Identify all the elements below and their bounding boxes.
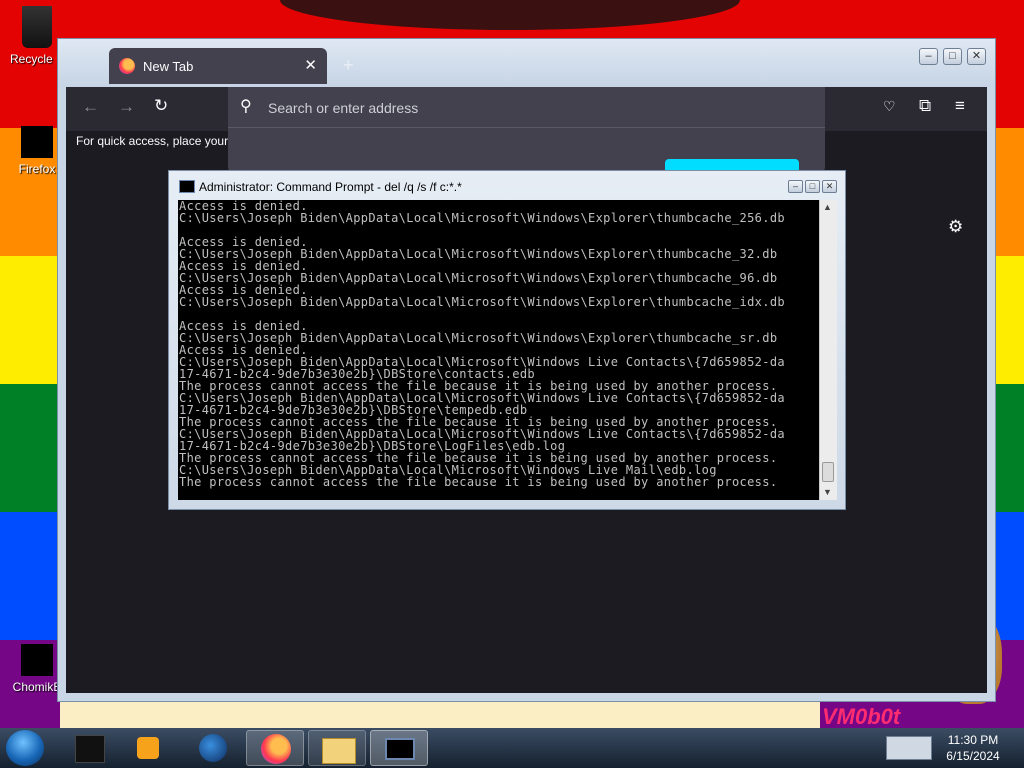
scroll-thumb[interactable]: [822, 462, 834, 482]
window-title: Administrator: Command Prompt - del /q /…: [199, 180, 462, 194]
maximize-button[interactable]: □: [805, 180, 820, 193]
pocket-icon[interactable]: ♡: [883, 98, 896, 115]
search-icon: ⚲: [240, 98, 252, 115]
new-tab-plus-icon[interactable]: +: [343, 55, 354, 76]
close-tab-icon[interactable]: ✕: [304, 56, 317, 74]
scroll-down-icon[interactable]: ▼: [823, 487, 832, 497]
minimize-button[interactable]: –: [919, 48, 938, 65]
desktop-icon-label: ChomikB: [12, 680, 62, 694]
chomikbox-icon: [21, 644, 53, 676]
minimize-button[interactable]: –: [788, 180, 803, 193]
cmd-icon: [385, 738, 415, 760]
tray-network-icon[interactable]: [886, 736, 932, 760]
console-line: _: [179, 487, 187, 500]
folder-icon: [322, 738, 356, 764]
firefox-titlebar: New Tab ✕ + – □ ✕: [58, 39, 995, 87]
scroll-up-icon[interactable]: ▲: [823, 202, 832, 212]
maximize-button[interactable]: □: [943, 48, 962, 65]
vertical-scrollbar[interactable]: ▲ ▼: [819, 200, 837, 500]
firefox-tab-icon: [119, 58, 135, 74]
console-line: The process cannot access the file becau…: [179, 475, 778, 489]
close-button[interactable]: ✕: [967, 48, 986, 65]
settings-gear-icon[interactable]: ⚙: [948, 217, 963, 237]
recycle-bin-icon: [22, 6, 52, 48]
console-output[interactable]: Access is denied. C:\Users\Joseph Biden\A…: [178, 200, 819, 500]
tab-new-tab[interactable]: New Tab ✕: [109, 48, 327, 84]
console-line: C:\Users\Joseph Biden\AppData\Local\Micr…: [179, 295, 785, 309]
close-button[interactable]: ✕: [822, 180, 837, 193]
taskbar-app-explorer[interactable]: [308, 730, 366, 766]
tab-title: New Tab: [143, 58, 194, 74]
firefox-icon: [261, 734, 291, 764]
taskbar-app-globe[interactable]: [184, 730, 242, 766]
forward-arrow-icon[interactable]: →: [118, 97, 135, 117]
cmd-app-icon: [179, 180, 195, 193]
globe-icon: [199, 734, 227, 762]
clock-time: 11:30 PM: [947, 733, 999, 747]
back-arrow-icon[interactable]: ←: [82, 97, 99, 117]
clock-date: 6/15/2024: [946, 749, 1000, 763]
reload-icon[interactable]: ↻: [154, 96, 168, 116]
taskbar-app-media-player[interactable]: [120, 730, 178, 766]
desktop-icon-label: Recycle B: [9, 52, 65, 66]
command-prompt-window: Administrator: Command Prompt - del /q /…: [168, 170, 846, 510]
search-input[interactable]: [266, 96, 790, 120]
menu-hamburger-icon[interactable]: ≡: [955, 96, 965, 116]
quick-access-text: For quick access, place your b: [76, 134, 239, 148]
address-bar[interactable]: ⚲: [228, 87, 825, 128]
desktop-icon-label: Firefox: [18, 162, 56, 176]
wallpaper-bottom-art: [60, 700, 820, 728]
extensions-icon[interactable]: ⧉: [919, 96, 931, 116]
media-player-icon: [137, 737, 159, 759]
taskbar: 11:30 PM 6/15/2024: [0, 728, 1024, 768]
taskbar-app-disk[interactable]: [60, 730, 118, 766]
clock[interactable]: 11:30 PM 6/15/2024: [940, 732, 1006, 764]
wallpaper-watermark: VM0b0t: [822, 704, 901, 729]
taskbar-app-cmd[interactable]: [370, 730, 428, 766]
start-button[interactable]: [6, 730, 44, 766]
console-lines: Access is denied. C:\Users\Joseph Biden\A…: [178, 200, 819, 500]
console-line: C:\Users\Joseph Biden\AppData\Local\Micr…: [179, 211, 785, 225]
disk-icon: [75, 735, 105, 763]
taskbar-app-firefox[interactable]: [246, 730, 304, 766]
firefox-icon: [21, 126, 53, 158]
